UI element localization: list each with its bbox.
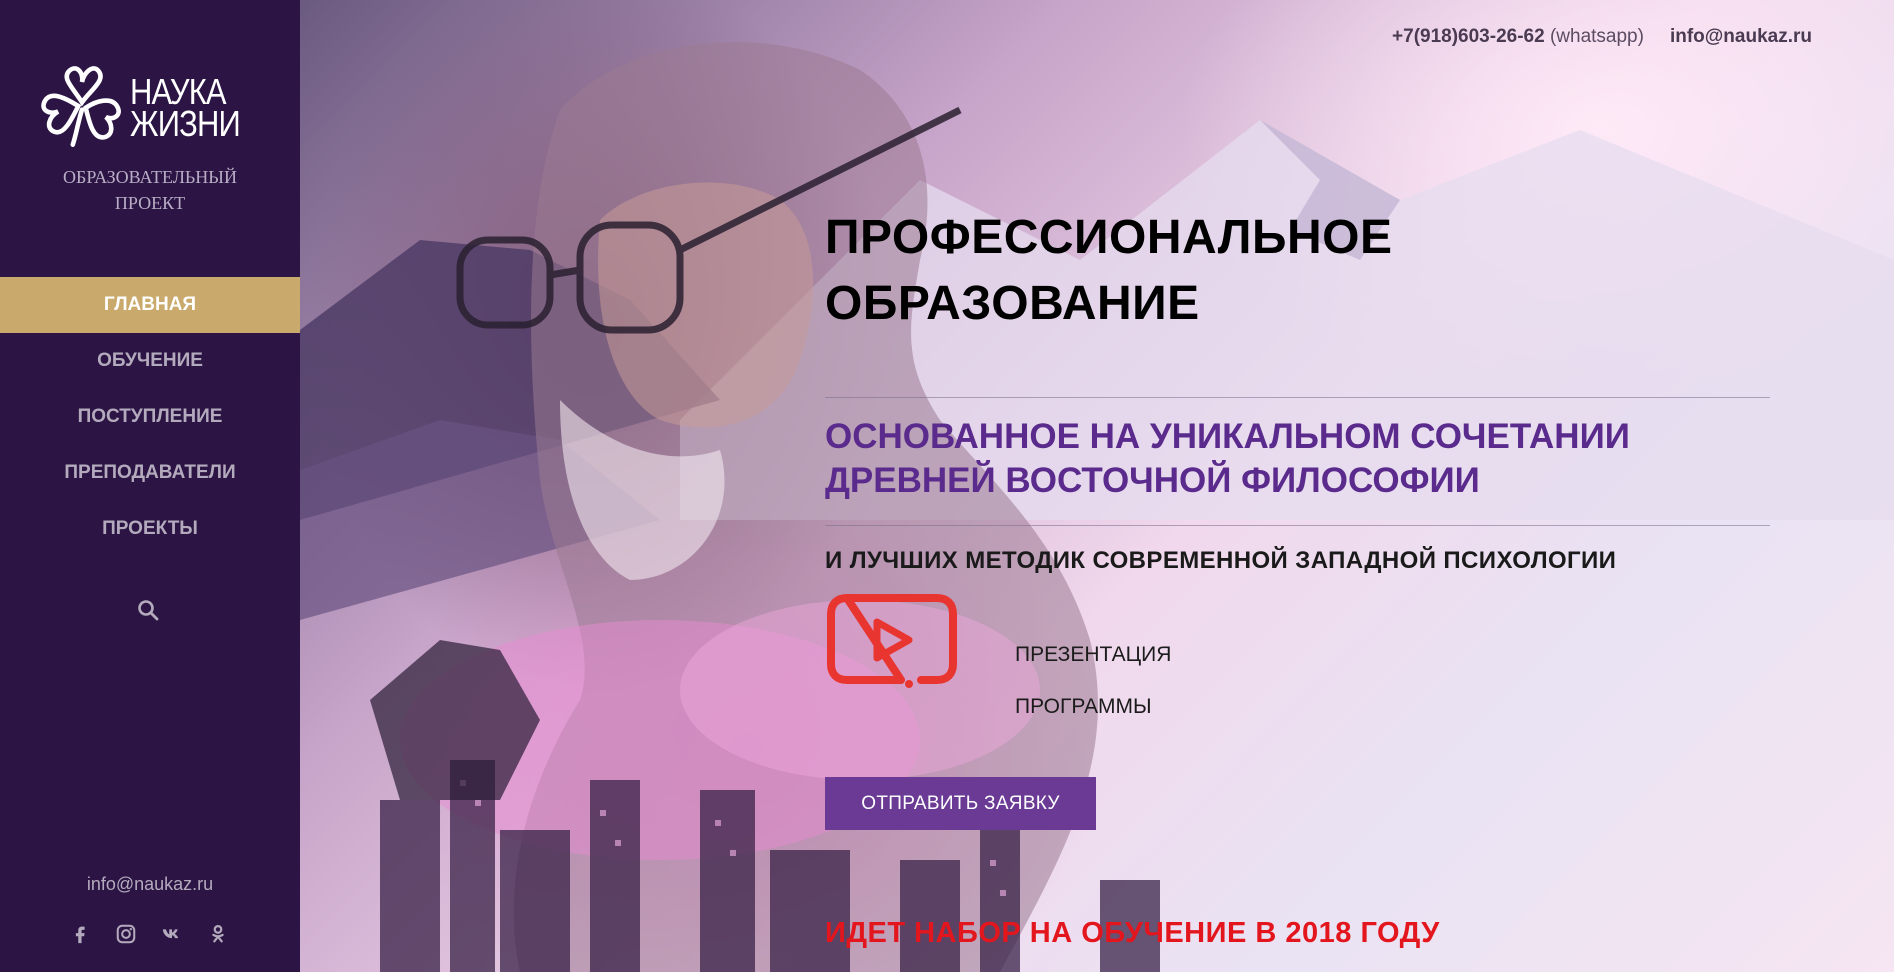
page: НАУКА ЖИЗНИ ОБРАЗОВАТЕЛЬНЫЙ ПРОЕКТ ГЛАВН… [0, 0, 1894, 972]
enrollment-notice: ИДЕТ НАБОР НА ОБУЧЕНИЕ В 2018 ГОДУ [825, 917, 1440, 949]
facebook-icon [75, 926, 85, 944]
phone-note: (whatsapp) [1549, 26, 1644, 47]
sidebar-email-link[interactable]: info@naukaz.ru [0, 874, 300, 895]
search-button[interactable] [136, 598, 164, 626]
logo-title: НАУКА ЖИЗНИ [130, 74, 241, 144]
hero-section: +7(918)603-26-62 (whatsapp) info@naukaz.… [300, 0, 1894, 972]
video-label-line-2: ПРОГРАММЫ [1015, 695, 1152, 718]
divider-top [825, 397, 1770, 398]
instagram-link[interactable] [114, 922, 138, 946]
submit-application-button[interactable]: ОТПРАВИТЬ ЗАЯВКУ [825, 777, 1096, 830]
header-phone[interactable]: +7(918)603-26-62 (whatsapp) [1392, 26, 1644, 48]
subhead-line-1: ОСНОВАННОЕ НА УНИКАЛЬНОМ СОЧЕТАНИИ [825, 417, 1630, 456]
facebook-link[interactable] [68, 922, 92, 946]
subhead-line-2: ДРЕВНЕЙ ВОСТОЧНОЙ ФИЛОСОФИИ [825, 461, 1480, 500]
clover-logo-icon [41, 66, 121, 147]
nav-item-teachers[interactable]: ПРЕПОДАВАТЕЛИ [0, 445, 300, 501]
presentation-video-link[interactable]: ПРЕЗЕНТАЦИЯ ПРОГРАММЫ [825, 590, 1205, 718]
vk-icon [162, 929, 179, 939]
odnoklassniki-link[interactable] [206, 922, 230, 946]
sidebar: НАУКА ЖИЗНИ ОБРАЗОВАТЕЛЬНЫЙ ПРОЕКТ ГЛАВН… [0, 0, 300, 972]
headline-line-1: ПРОФЕССИОНАЛЬНОЕ [825, 211, 1393, 264]
brand-subtitle: ОБРАЗОВАТЕЛЬНЫЙ ПРОЕКТ [63, 167, 237, 213]
nav-item-home[interactable]: ГЛАВНАЯ [0, 277, 300, 333]
headline-line-2: ОБРАЗОВАНИЕ [825, 277, 1200, 330]
nav-item-admission[interactable]: ПОСТУПЛЕНИЕ [0, 389, 300, 445]
video-label-line-1: ПРЕЗЕНТАЦИЯ [1015, 643, 1172, 666]
hero-content: ПРОФЕССИОНАЛЬНОЕ ОБРАЗОВАНИЕ ОСНОВАННОЕ … [825, 205, 1785, 949]
logo[interactable]: НАУКА ЖИЗНИ [36, 60, 266, 160]
phone-number: +7(918)603-26-62 [1392, 26, 1545, 47]
logo-line-2: ЖИЗНИ [130, 103, 241, 144]
header-contacts: +7(918)603-26-62 (whatsapp) info@naukaz.… [1392, 26, 1812, 48]
search-icon [138, 600, 159, 621]
presentation-video-label: ПРЕЗЕНТАЦИЯ ПРОГРАММЫ [1015, 616, 1171, 746]
main-nav: ГЛАВНАЯ ОБУЧЕНИЕ ПОСТУПЛЕНИЕ ПРЕПОДАВАТЕ… [0, 277, 300, 557]
social-links [68, 922, 230, 946]
nav-item-education[interactable]: ОБУЧЕНИЕ [0, 333, 300, 389]
vk-link[interactable] [160, 922, 184, 946]
hero-headline: ПРОФЕССИОНАЛЬНОЕ ОБРАЗОВАНИЕ [825, 205, 1785, 337]
instagram-icon [116, 924, 136, 944]
hero-subheadline: ОСНОВАННОЕ НА УНИКАЛЬНОМ СОЧЕТАНИИ ДРЕВН… [825, 415, 1785, 503]
odnoklassniki-icon [212, 925, 224, 943]
youtube-play-icon [827, 594, 957, 688]
divider-bottom [825, 525, 1770, 526]
nav-item-projects[interactable]: ПРОЕКТЫ [0, 501, 300, 557]
header-email-link[interactable]: info@naukaz.ru [1670, 26, 1812, 48]
hero-tagline: И ЛУЧШИХ МЕТОДИК СОВРЕМЕННОЙ ЗАПАДНОЙ ПС… [825, 547, 1617, 574]
